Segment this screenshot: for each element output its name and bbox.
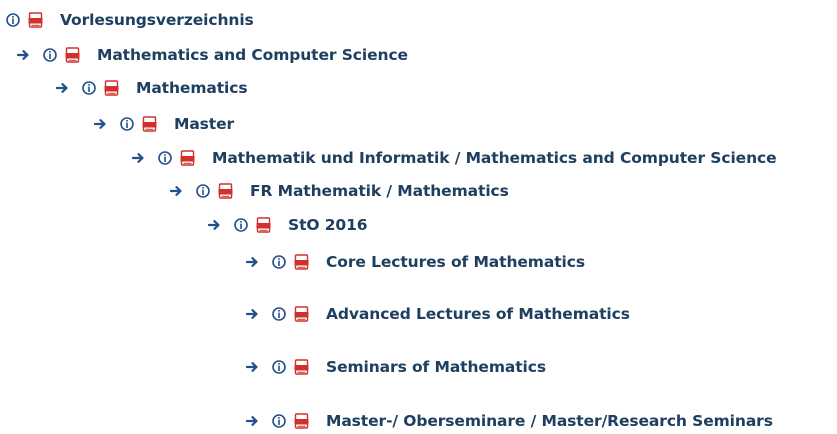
tree-item-label[interactable]: Master-/ Oberseminare / Master/Research … bbox=[326, 412, 773, 430]
tree-item-mathematics: Mathematics bbox=[56, 75, 248, 101]
right-arrow-icon[interactable] bbox=[246, 360, 259, 374]
tree-item-fr-mathematik: FR Mathematik / Mathematics bbox=[170, 178, 509, 204]
info-icon[interactable] bbox=[43, 48, 57, 62]
tree-item-master: Master bbox=[94, 111, 234, 137]
info-icon[interactable] bbox=[272, 360, 286, 374]
right-arrow-icon[interactable] bbox=[208, 218, 221, 232]
course-catalog-tree: Vorlesungsverzeichnis Mathematics and Co… bbox=[0, 0, 837, 430]
tree-item-advanced-lectures: Advanced Lectures of Mathematics bbox=[246, 301, 630, 327]
info-icon[interactable] bbox=[6, 13, 20, 27]
info-icon[interactable] bbox=[196, 184, 210, 198]
right-arrow-icon[interactable] bbox=[94, 117, 107, 131]
pdf-icon[interactable] bbox=[294, 306, 309, 322]
right-arrow-icon[interactable] bbox=[246, 307, 259, 321]
pdf-icon[interactable] bbox=[218, 183, 233, 199]
info-icon[interactable] bbox=[234, 218, 248, 232]
tree-item-sto-2016: StO 2016 bbox=[208, 212, 368, 238]
pdf-icon[interactable] bbox=[256, 217, 271, 233]
tree-item-label[interactable]: Advanced Lectures of Mathematics bbox=[326, 305, 630, 323]
pdf-icon[interactable] bbox=[294, 359, 309, 375]
info-icon[interactable] bbox=[158, 151, 172, 165]
right-arrow-icon[interactable] bbox=[246, 255, 259, 269]
tree-item-label[interactable]: Mathematics and Computer Science bbox=[97, 46, 408, 64]
pdf-icon[interactable] bbox=[104, 80, 119, 96]
tree-item-label[interactable]: StO 2016 bbox=[288, 216, 368, 234]
tree-item-label[interactable]: Vorlesungsverzeichnis bbox=[60, 11, 254, 29]
info-icon[interactable] bbox=[272, 255, 286, 269]
right-arrow-icon[interactable] bbox=[56, 81, 69, 95]
pdf-icon[interactable] bbox=[65, 47, 80, 63]
tree-item-seminars: Seminars of Mathematics bbox=[246, 354, 546, 380]
tree-item-master-oberseminare: Master-/ Oberseminare / Master/Research … bbox=[246, 408, 773, 434]
tree-item-label[interactable]: Seminars of Mathematics bbox=[326, 358, 546, 376]
info-icon[interactable] bbox=[272, 414, 286, 428]
tree-item-label[interactable]: Mathematics bbox=[136, 79, 248, 97]
tree-item-vorlesungsverzeichnis: Vorlesungsverzeichnis bbox=[6, 7, 254, 33]
tree-item-label[interactable]: FR Mathematik / Mathematics bbox=[250, 182, 509, 200]
pdf-icon[interactable] bbox=[180, 150, 195, 166]
pdf-icon[interactable] bbox=[142, 116, 157, 132]
info-icon[interactable] bbox=[120, 117, 134, 131]
tree-item-core-lectures: Core Lectures of Mathematics bbox=[246, 249, 585, 275]
tree-item-label[interactable]: Core Lectures of Mathematics bbox=[326, 253, 585, 271]
right-arrow-icon[interactable] bbox=[246, 414, 259, 428]
right-arrow-icon[interactable] bbox=[17, 48, 30, 62]
tree-item-mathematics-and-computer-science: Mathematics and Computer Science bbox=[17, 42, 408, 68]
tree-item-label[interactable]: Master bbox=[174, 115, 234, 133]
pdf-icon[interactable] bbox=[294, 254, 309, 270]
right-arrow-icon[interactable] bbox=[132, 151, 145, 165]
info-icon[interactable] bbox=[82, 81, 96, 95]
pdf-icon[interactable] bbox=[28, 12, 43, 28]
info-icon[interactable] bbox=[272, 307, 286, 321]
right-arrow-icon[interactable] bbox=[170, 184, 183, 198]
tree-item-label[interactable]: Mathematik und Informatik / Mathematics … bbox=[212, 149, 777, 167]
tree-item-mathematik-und-informatik: Mathematik und Informatik / Mathematics … bbox=[132, 145, 777, 171]
pdf-icon[interactable] bbox=[294, 413, 309, 429]
